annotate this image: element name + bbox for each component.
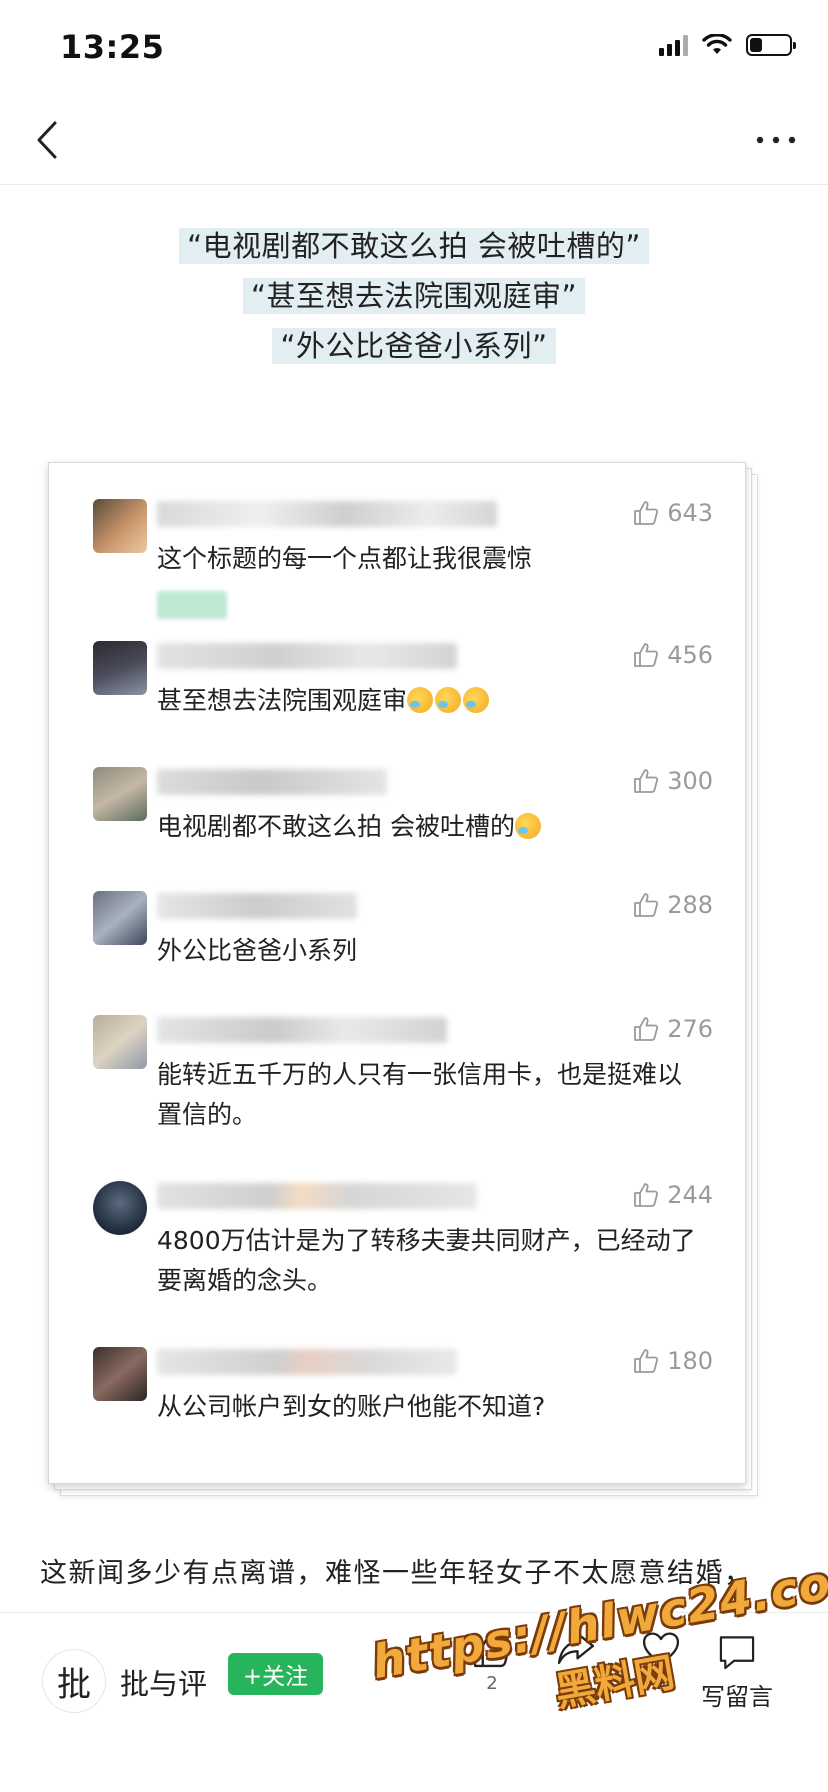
avatar xyxy=(93,891,147,945)
like-count[interactable]: 456 xyxy=(633,641,713,669)
comment-item: 276 能转近五千万的人只有一张信用卡，也是挺难以置信的。 xyxy=(93,1015,713,1155)
nav-bar xyxy=(0,96,828,185)
username-blurred xyxy=(157,1349,457,1375)
thumb-up-icon xyxy=(634,893,659,917)
like-count[interactable]: 288 xyxy=(633,891,713,919)
bottom-bar: 批 批与评 +关注 2 2 写留言 xyxy=(0,1612,828,1792)
back-icon xyxy=(37,121,57,159)
follow-button[interactable]: +关注 xyxy=(228,1653,323,1695)
status-bar: 13:25 xyxy=(0,0,828,96)
comment-text: 4800万估计是为了转移夫妻共同财产，已经动了要离婚的念头。 xyxy=(157,1226,696,1295)
username-blurred xyxy=(157,1017,447,1043)
avatar xyxy=(93,767,147,821)
laugh-cry-emoji-icon xyxy=(463,687,490,713)
write-comment-button[interactable]: 写留言 xyxy=(682,1633,792,1712)
comment-item: 643 这个标题的每一个点都让我很震惊 xyxy=(93,499,713,619)
username-blurred xyxy=(157,501,497,527)
username-blurred xyxy=(157,769,387,795)
write-comment-label: 写留言 xyxy=(701,1683,773,1711)
back-button[interactable] xyxy=(22,112,72,168)
comment-screenshot-card: 643 这个标题的每一个点都让我很震惊 456 甚至想去法院围观庭审 300 电… xyxy=(48,462,768,1496)
comment-text: 从公司帐户到女的账户他能不知道? xyxy=(157,1392,546,1421)
page: 13:25 “电视剧都不敢这么拍 会被吐槽的” “甚至想去法院围观庭审” “外公… xyxy=(0,0,828,1792)
like-count[interactable]: 276 xyxy=(633,1015,713,1043)
thumb-up-icon xyxy=(634,1183,659,1207)
comment-text: 电视剧都不敢这么拍 会被吐槽的 xyxy=(157,807,697,847)
comment-item: 456 甚至想去法院围观庭审 xyxy=(93,641,713,731)
thumb-up-icon xyxy=(634,1349,659,1373)
comment-item: 244 4800万估计是为了转移夫妻共同财产，已经动了要离婚的念头。 xyxy=(93,1181,713,1321)
like-count[interactable]: 643 xyxy=(633,499,713,527)
quote-block: “电视剧都不敢这么拍 会被吐槽的” “甚至想去法院围观庭审” “外公比爸爸小系列… xyxy=(0,226,828,376)
comment-item: 300 电视剧都不敢这么拍 会被吐槽的 xyxy=(93,767,713,857)
thumb-up-icon xyxy=(634,501,659,525)
avatar xyxy=(93,1015,147,1069)
avatar xyxy=(93,1347,147,1401)
quote-line: “甚至想去法院围观庭审” xyxy=(0,276,828,316)
comment-text: 能转近五千万的人只有一张信用卡，也是挺难以置信的。 xyxy=(157,1060,683,1129)
wifi-icon xyxy=(702,34,732,54)
thumb-up-icon xyxy=(473,1630,511,1668)
thumb-up-icon xyxy=(634,643,659,667)
comment-item: 288 外公比爸爸小系列 xyxy=(93,891,713,981)
laugh-cry-emoji-icon xyxy=(435,687,462,713)
avatar xyxy=(93,1181,147,1235)
author-avatar[interactable]: 批 xyxy=(42,1649,106,1713)
like-count[interactable]: 244 xyxy=(633,1181,713,1209)
username-blurred xyxy=(157,893,357,919)
share-button[interactable] xyxy=(541,1629,611,1669)
like-count: 2 xyxy=(486,1673,498,1694)
like-count[interactable]: 300 xyxy=(633,767,713,795)
blurred-tag xyxy=(157,591,227,619)
quote-line: “外公比爸爸小系列” xyxy=(0,326,828,366)
article-paragraph: 这新闻多少有点离谱，难怪一些年轻女子不太愿意结婚， xyxy=(40,1558,753,1589)
thumb-up-icon xyxy=(634,1017,659,1041)
laugh-cry-emoji-icon xyxy=(407,687,434,713)
avatar xyxy=(93,499,147,553)
username-blurred xyxy=(157,1183,477,1209)
comment-icon xyxy=(719,1636,755,1670)
username-blurred xyxy=(157,643,457,669)
signal-icon xyxy=(659,34,688,56)
heart-icon xyxy=(642,1632,680,1666)
comment-text: 外公比爸爸小系列 xyxy=(157,936,358,965)
like-button[interactable]: 2 xyxy=(457,1629,527,1694)
like-count[interactable]: 180 xyxy=(633,1347,713,1375)
laugh-cry-emoji-icon xyxy=(514,813,541,839)
avatar xyxy=(93,641,147,695)
share-icon xyxy=(557,1632,595,1664)
status-icons xyxy=(659,34,796,56)
comment-list: 643 这个标题的每一个点都让我很震惊 456 甚至想去法院围观庭审 300 电… xyxy=(48,462,746,1484)
author-name[interactable]: 批与评 xyxy=(120,1661,207,1703)
thumb-up-icon xyxy=(634,769,659,793)
status-time: 13:25 xyxy=(60,28,165,66)
battery-icon xyxy=(746,34,796,56)
more-button[interactable] xyxy=(746,112,806,168)
comment-text: 这个标题的每一个点都让我很震惊 xyxy=(157,544,533,573)
more-icon xyxy=(756,136,796,144)
quote-line: “电视剧都不敢这么拍 会被吐槽的” xyxy=(0,226,828,266)
comment-item: 180 从公司帐户到女的账户他能不知道? xyxy=(93,1347,713,1447)
comment-text: 甚至想去法院围观庭审 xyxy=(157,681,697,721)
